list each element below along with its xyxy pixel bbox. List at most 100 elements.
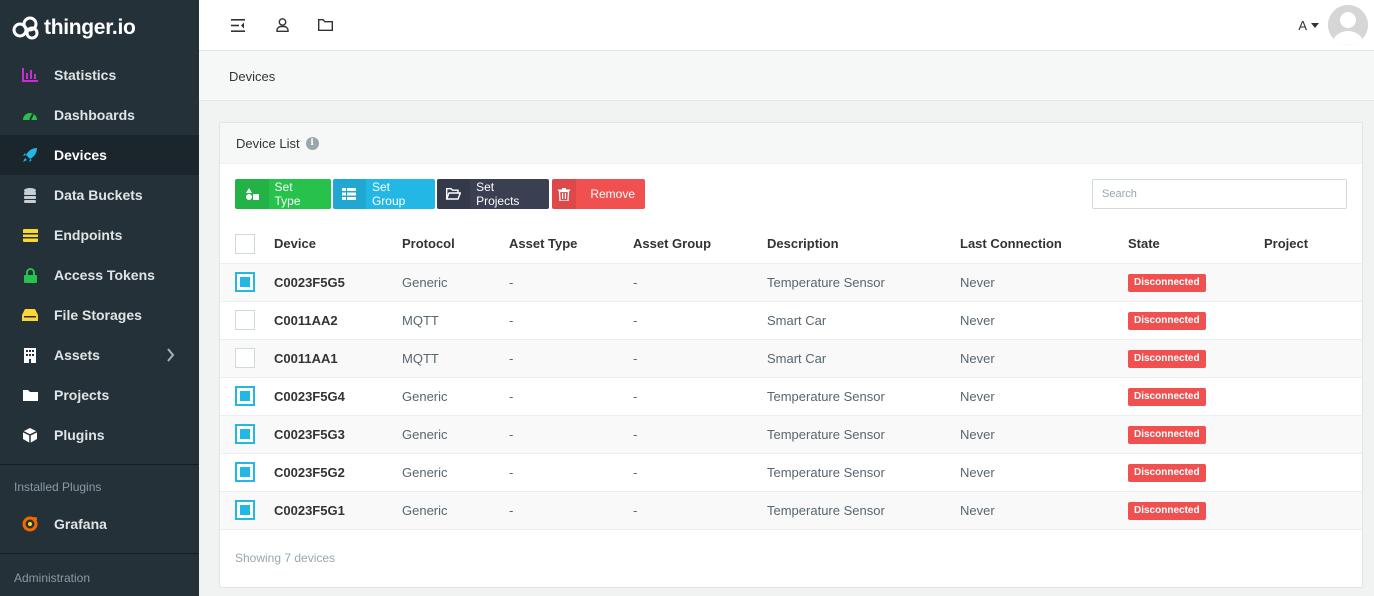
state-cell: Disconnected <box>1128 301 1264 340</box>
device-id-cell[interactable]: C0023F5G3 <box>274 415 402 454</box>
sidebar-item-label: Devices <box>54 147 107 163</box>
row-checkbox[interactable] <box>235 462 255 482</box>
project-cell <box>1264 263 1362 302</box>
sidebar-item-dashboards[interactable]: Dashboards <box>0 95 199 135</box>
logo[interactable]: thinger.io <box>0 0 199 55</box>
column-header[interactable]: Project <box>1264 225 1362 264</box>
set-group-button[interactable]: Set Group <box>333 179 435 209</box>
status-badge: Disconnected <box>1128 273 1206 292</box>
column-header[interactable]: Asset Group <box>633 225 767 264</box>
asset-group-cell: - <box>633 377 767 416</box>
sidebar-item-access-tokens[interactable]: Access Tokens <box>0 255 199 295</box>
device-id-cell[interactable]: C0023F5G2 <box>274 453 402 492</box>
device-id-cell[interactable]: C0023F5G1 <box>274 491 402 530</box>
sidebar-item-projects[interactable]: Projects <box>0 375 199 415</box>
state-cell: Disconnected <box>1128 263 1264 302</box>
description-cell: Temperature Sensor <box>767 263 960 302</box>
column-header[interactable]: State <box>1128 225 1264 264</box>
table-row[interactable]: C0023F5G3 Generic - - Temperature Sensor Neve… <box>220 415 1362 454</box>
sidebar-item-grafana[interactable]: Grafana <box>0 503 199 545</box>
set-type-button[interactable]: Set Type <box>235 179 331 209</box>
device-id-cell[interactable]: C0011AA1 <box>274 339 402 378</box>
status-badge: Disconnected <box>1128 425 1206 444</box>
set-projects-button[interactable]: Set Projects <box>437 179 549 209</box>
description-cell: Smart Car <box>767 339 960 378</box>
row-checkbox[interactable] <box>235 310 255 330</box>
row-checkbox[interactable] <box>235 386 255 406</box>
user-initial: A <box>1298 18 1307 33</box>
state-cell: Disconnected <box>1128 415 1264 454</box>
asset-group-cell: - <box>633 491 767 530</box>
table-footer: Showing 7 devices <box>235 551 336 565</box>
table-row[interactable]: C0023F5G1 Generic - - Temperature Sensor Neve… <box>220 491 1362 530</box>
select-all-cell <box>220 225 274 264</box>
info-icon[interactable]: i <box>305 136 319 150</box>
column-header[interactable]: Device <box>274 225 402 264</box>
protocol-cell: Generic <box>402 491 509 530</box>
logo-text: thinger.io <box>44 15 136 39</box>
sidebar-item-statistics[interactable]: Statistics <box>0 55 199 95</box>
state-cell: Disconnected <box>1128 339 1264 378</box>
avatar[interactable] <box>1328 5 1368 45</box>
protocol-cell: Generic <box>402 415 509 454</box>
row-checkbox[interactable] <box>235 272 255 292</box>
folder-open-icon <box>437 179 471 209</box>
cube-icon <box>22 427 38 443</box>
sidebar-item-label: Plugins <box>54 427 105 443</box>
description-cell: Temperature Sensor <box>767 453 960 492</box>
database-icon <box>22 187 38 203</box>
column-header[interactable]: Asset Type <box>509 225 633 264</box>
last-connection-cell: Never <box>960 415 1128 454</box>
sidebar-item-assets[interactable]: Assets <box>0 335 199 375</box>
asset-type-cell: - <box>509 377 633 416</box>
endpoints-icon <box>22 227 38 243</box>
column-header[interactable]: Last Connection <box>960 225 1128 264</box>
panel-header: Device List i <box>220 123 1362 164</box>
sidebar-item-devices[interactable]: Devices <box>0 135 199 175</box>
table-row[interactable]: C0011AA1 MQTT - - Smart Car Never Disconnected <box>220 339 1362 378</box>
table-row[interactable]: C0023F5G2 Generic - - Temperature Sensor Neve… <box>220 453 1362 492</box>
status-badge: Disconnected <box>1128 349 1206 368</box>
sidebar-item-endpoints[interactable]: Endpoints <box>0 215 199 255</box>
folder-icon[interactable] <box>316 16 334 34</box>
protocol-cell: Generic <box>402 453 509 492</box>
sidebar-item-file-storages[interactable]: File Storages <box>0 295 199 335</box>
user-menu[interactable]: A <box>1298 18 1319 33</box>
device-id-cell[interactable]: C0011AA2 <box>274 301 402 340</box>
column-header[interactable]: Protocol <box>402 225 509 264</box>
table-row[interactable]: C0011AA2 MQTT - - Smart Car Never Disconnected <box>220 301 1362 340</box>
row-select-cell <box>220 491 274 530</box>
table-row[interactable]: C0023F5G5 Generic - - Temperature Sensor Neve… <box>220 263 1362 302</box>
row-checkbox[interactable] <box>235 424 255 444</box>
table-row[interactable]: C0023F5G4 Generic - - Temperature Sensor Neve… <box>220 377 1362 416</box>
shapes-icon <box>235 179 269 209</box>
asset-group-cell: - <box>633 339 767 378</box>
set-group-label: Set Group <box>371 180 406 208</box>
table-header-row: Device Protocol Asset Type Asset Group D… <box>220 225 1362 264</box>
device-id-cell[interactable]: C0023F5G4 <box>274 377 402 416</box>
page-title: Devices <box>229 69 276 84</box>
last-connection-cell: Never <box>960 339 1128 378</box>
device-list-panel: Device List i Set Type Set Group Set Pro… <box>219 122 1363 588</box>
remove-button[interactable]: Remove <box>552 179 645 209</box>
status-badge: Disconnected <box>1128 463 1206 482</box>
row-checkbox[interactable] <box>235 500 255 520</box>
asset-type-cell: - <box>509 301 633 340</box>
description-cell: Temperature Sensor <box>767 415 960 454</box>
row-select-cell <box>220 301 274 340</box>
row-checkbox[interactable] <box>235 348 255 368</box>
set-type-label: Set Type <box>274 180 301 208</box>
sidebar-item-data-buckets[interactable]: Data Buckets <box>0 175 199 215</box>
top-bar: A <box>199 0 1374 51</box>
project-cell <box>1264 491 1362 530</box>
last-connection-cell: Never <box>960 263 1128 302</box>
column-header[interactable]: Description <box>767 225 960 264</box>
grid-icon <box>333 179 366 209</box>
user-icon[interactable] <box>273 16 291 34</box>
sidebar-item-label: Data Buckets <box>54 187 143 203</box>
menu-toggle-icon[interactable] <box>229 16 247 34</box>
sidebar-item-plugins[interactable]: Plugins <box>0 415 199 455</box>
select-all-checkbox[interactable] <box>235 233 255 254</box>
search-input[interactable] <box>1092 179 1347 209</box>
device-id-cell[interactable]: C0023F5G5 <box>274 263 402 302</box>
